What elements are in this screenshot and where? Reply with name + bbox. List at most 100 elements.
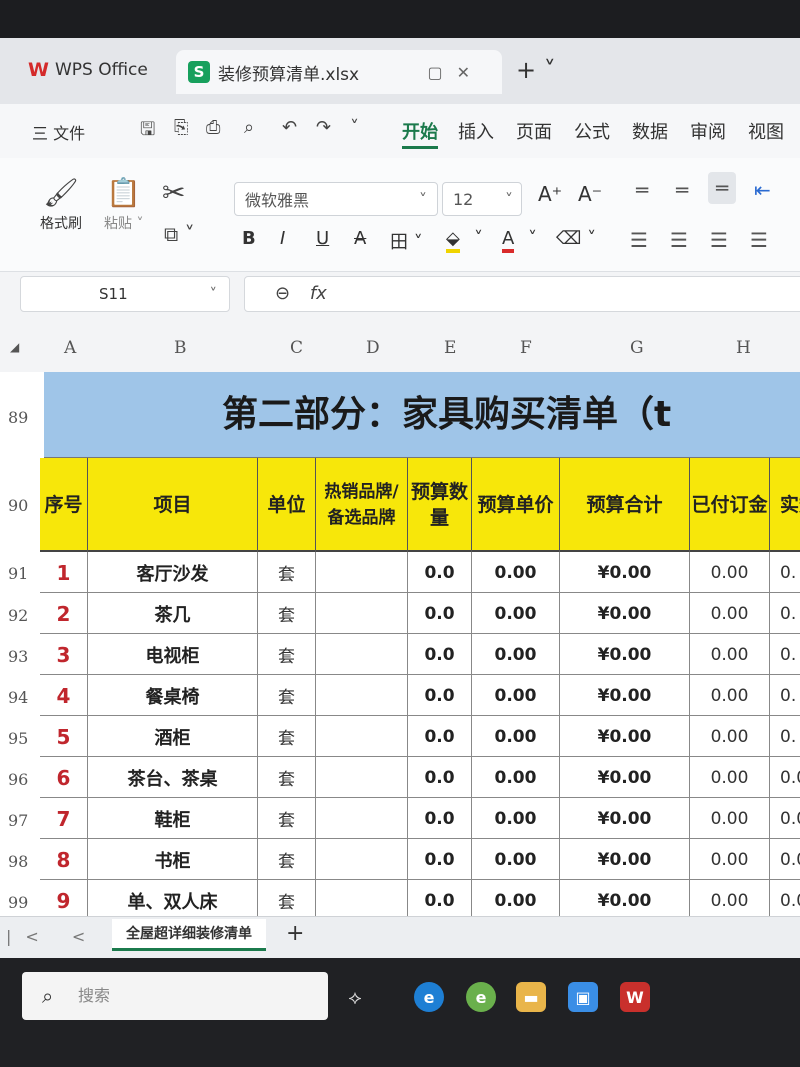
cell-qty[interactable]: 0.0 [408, 798, 472, 839]
cell-item[interactable]: 鞋柜 [88, 798, 258, 839]
cell-total[interactable]: ¥0.00 [560, 798, 690, 839]
cell-actual[interactable]: 0.0 [770, 798, 800, 839]
column-header-d[interactable]: D [366, 338, 380, 358]
cell-deposit[interactable]: 0.00 [690, 552, 770, 593]
spreadsheet-grid[interactable]: ◢ A B C D E F G H 89 90 91 92 93 94 95 9… [0, 316, 800, 916]
cell-total[interactable]: ¥0.00 [560, 634, 690, 675]
font-size-select[interactable]: 12 ˅ [442, 182, 522, 216]
indent-decrease-icon[interactable]: ⇤ [754, 178, 771, 202]
wps-home-tab[interactable]: W WPS Office [28, 52, 148, 88]
section-title-cell[interactable]: 第二部分：家具购买清单（t [44, 372, 800, 458]
column-header-b[interactable]: B [174, 338, 187, 358]
row-header-99[interactable]: 99 [8, 893, 28, 912]
taskbar-search-input[interactable]: ⌕ 搜索 [22, 972, 328, 1020]
cell-no[interactable]: 9 [40, 880, 88, 916]
cell-no[interactable]: 7 [40, 798, 88, 839]
header-actual[interactable]: 实数 [770, 458, 800, 552]
cell-item[interactable]: 书柜 [88, 839, 258, 880]
tab-close-icon[interactable]: ▢✕ [427, 63, 484, 82]
select-all-icon[interactable]: ◢ [10, 340, 19, 354]
cell-actual[interactable]: 0. [770, 593, 800, 634]
undo-icon[interactable]: ↶ [282, 117, 297, 138]
align-middle-icon[interactable]: ═ [676, 178, 688, 202]
cell-deposit[interactable]: 0.00 [690, 880, 770, 916]
cell-qty[interactable]: 0.0 [408, 839, 472, 880]
cell-brand[interactable] [316, 798, 408, 839]
cell-actual[interactable]: 0.0 [770, 839, 800, 880]
cell-item[interactable]: 单、双人床 [88, 880, 258, 916]
header-item[interactable]: 项目 [88, 458, 258, 552]
font-color-icon[interactable]: A [502, 228, 515, 253]
tab-page[interactable]: 页面 [516, 118, 552, 144]
cell-item[interactable]: 电视柜 [88, 634, 258, 675]
cell-brand[interactable] [316, 634, 408, 675]
cell-unit[interactable]: 套 [258, 593, 316, 634]
file-explorer-icon[interactable]: ▬ [516, 982, 546, 1012]
row-header-91[interactable]: 91 [8, 564, 28, 583]
cell-deposit[interactable]: 0.00 [690, 593, 770, 634]
task-view-icon[interactable]: ⟡ [340, 982, 370, 1012]
row-header-95[interactable]: 95 [8, 729, 28, 748]
row-header-94[interactable]: 94 [8, 688, 28, 707]
cell-price[interactable]: 0.00 [472, 757, 560, 798]
chevron-down-icon[interactable]: ˅ [528, 228, 537, 249]
tab-insert[interactable]: 插入 [458, 118, 494, 144]
sheet-tab-active[interactable]: 全屋超详细装修清单 [112, 919, 266, 951]
column-header-c[interactable]: C [290, 338, 303, 358]
copy-button[interactable]: ⧉ ˅ [164, 222, 195, 250]
cell-item[interactable]: 餐桌椅 [88, 675, 258, 716]
strikethrough-button[interactable]: A [354, 228, 366, 249]
align-center-icon[interactable]: ☰ [670, 228, 688, 252]
cell-item[interactable]: 茶几 [88, 593, 258, 634]
column-header-g[interactable]: G [630, 338, 644, 358]
increase-font-icon[interactable]: A⁺ [538, 182, 562, 206]
align-bottom-icon[interactable]: ═ [708, 172, 737, 204]
cell-brand[interactable] [316, 716, 408, 757]
cell-deposit[interactable]: 0.00 [690, 757, 770, 798]
eraser-icon[interactable]: ⌫ ˅ [556, 228, 596, 249]
cell-unit[interactable]: 套 [258, 716, 316, 757]
cell-actual[interactable]: 0. [770, 675, 800, 716]
tab-home[interactable]: 开始 [402, 118, 438, 149]
cell-unit[interactable]: 套 [258, 675, 316, 716]
underline-button[interactable]: U [316, 228, 329, 249]
cell-unit[interactable]: 套 [258, 839, 316, 880]
export-icon[interactable]: ⎘ [174, 117, 188, 138]
chevron-down-icon[interactable]: ˅ [474, 228, 483, 249]
fill-color-icon[interactable]: ⬙ [446, 228, 460, 253]
cell-qty[interactable]: 0.0 [408, 675, 472, 716]
chevron-down-icon[interactable]: ˅ [350, 117, 359, 138]
align-top-icon[interactable]: ═ [636, 178, 648, 202]
bold-button[interactable]: B [242, 228, 256, 249]
cell-price[interactable]: 0.00 [472, 634, 560, 675]
row-header-96[interactable]: 96 [8, 770, 28, 789]
cell-unit[interactable]: 套 [258, 798, 316, 839]
cell-unit[interactable]: 套 [258, 880, 316, 916]
format-painter-button[interactable]: 🖌 格式刷 [40, 176, 82, 233]
add-sheet-button[interactable]: + [286, 921, 304, 946]
file-menu[interactable]: 三 文件 [32, 120, 85, 144]
cell-deposit[interactable]: 0.00 [690, 634, 770, 675]
cell-item[interactable]: 茶台、茶桌 [88, 757, 258, 798]
column-header-h[interactable]: H [736, 338, 751, 358]
cell-price[interactable]: 0.00 [472, 839, 560, 880]
row-header-92[interactable]: 92 [8, 606, 28, 625]
header-no[interactable]: 序号 [40, 458, 88, 552]
cut-button[interactable]: ✂ [162, 176, 185, 213]
header-total[interactable]: 预算合计 [560, 458, 690, 552]
italic-button[interactable]: I [280, 228, 285, 249]
cell-no[interactable]: 4 [40, 675, 88, 716]
cell-brand[interactable] [316, 880, 408, 916]
cell-price[interactable]: 0.00 [472, 552, 560, 593]
name-box[interactable]: S11 ˅ [20, 276, 230, 312]
cell-brand[interactable] [316, 839, 408, 880]
cell-brand[interactable] [316, 552, 408, 593]
row-header-90[interactable]: 90 [8, 496, 28, 515]
cell-total[interactable]: ¥0.00 [560, 880, 690, 916]
cell-actual[interactable]: 0. [770, 634, 800, 675]
print-preview-icon[interactable]: ⌕ [244, 117, 254, 138]
cell-actual[interactable]: 0. [770, 552, 800, 593]
tab-data[interactable]: 数据 [632, 118, 668, 144]
cell-no[interactable]: 5 [40, 716, 88, 757]
align-right-icon[interactable]: ☰ [710, 228, 728, 252]
